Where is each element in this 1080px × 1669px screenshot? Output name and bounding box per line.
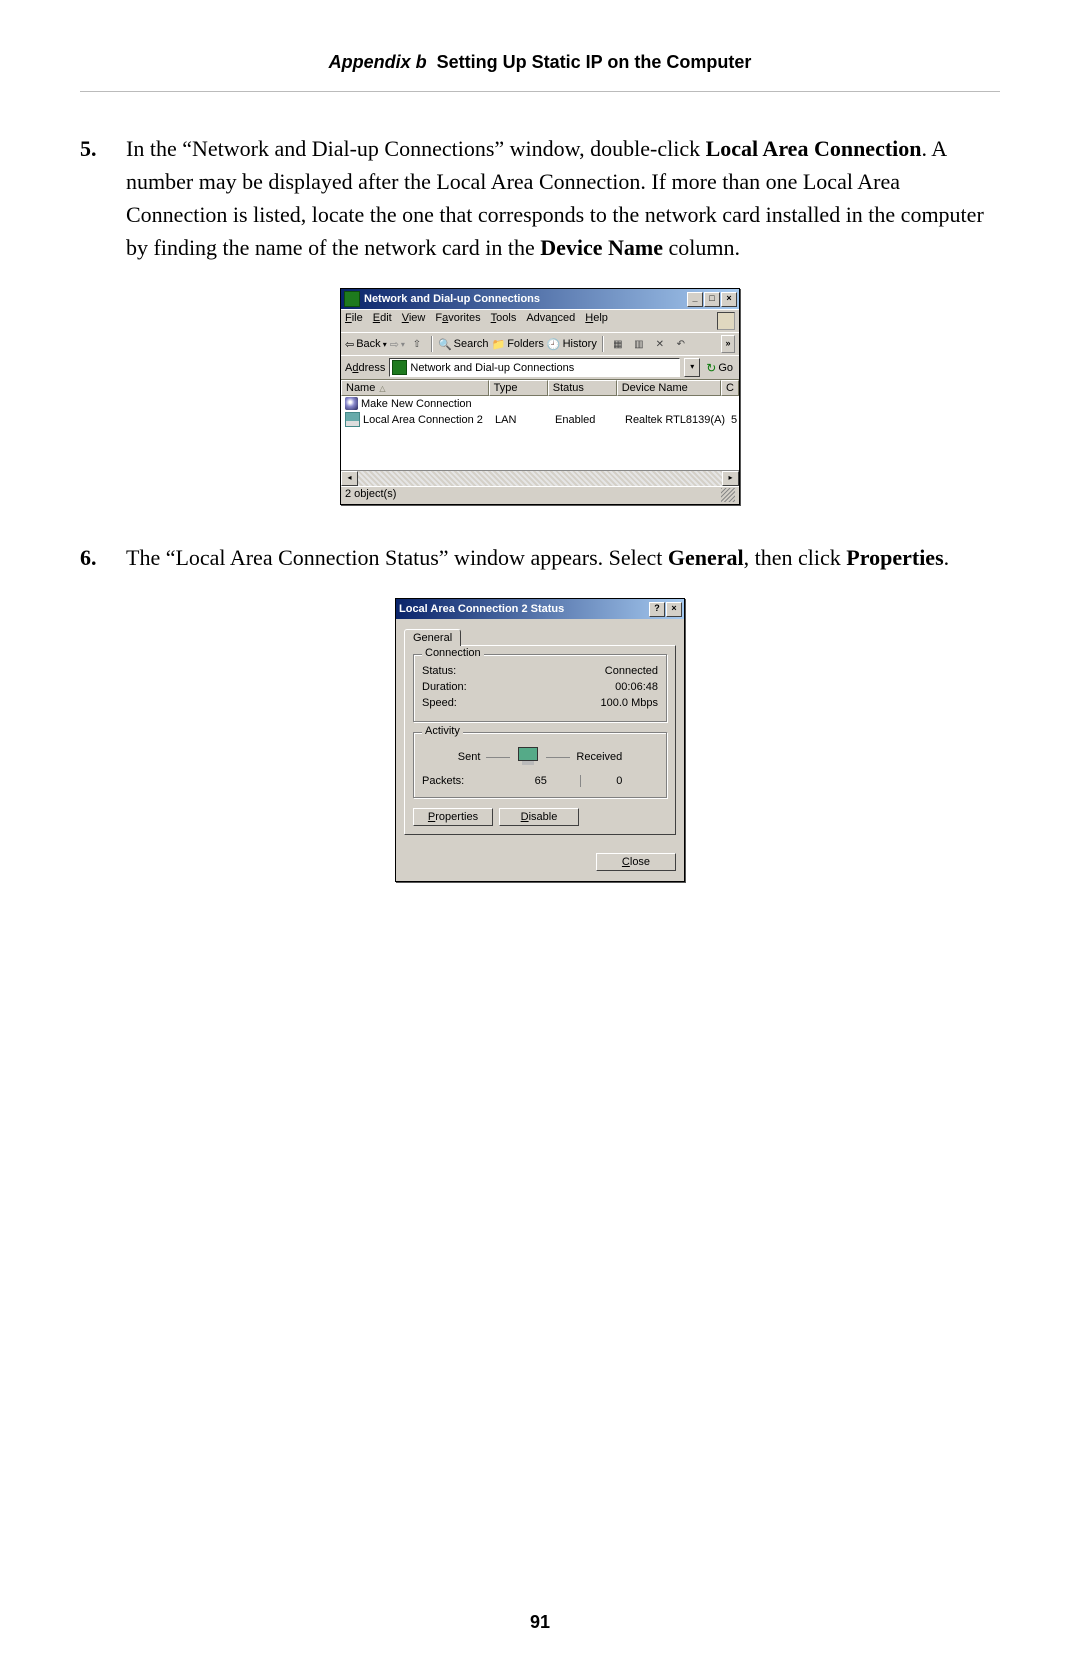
activity-group-title: Activity: [422, 725, 463, 737]
col-type[interactable]: Type: [489, 380, 548, 396]
address-label: Address: [345, 362, 385, 374]
addressbar: Address Network and Dial-up Connections …: [341, 355, 739, 379]
step-5: 5. In the “Network and Dial-up Connectio…: [80, 132, 1000, 264]
window-title: Network and Dial-up Connections: [364, 293, 687, 305]
folders-button[interactable]: 📁Folders: [492, 338, 544, 351]
received-label: Received: [576, 751, 622, 763]
titlebar[interactable]: Local Area Connection 2 Status ? ×: [396, 599, 684, 619]
step-6: 6. The “Local Area Connection Status” wi…: [80, 541, 1000, 574]
forward-button[interactable]: ⇨ ▾: [390, 338, 405, 351]
col-status[interactable]: Status: [548, 380, 617, 396]
step-6-number: 6.: [80, 541, 126, 574]
status-label: Status:: [422, 665, 502, 677]
maximize-button[interactable]: □: [704, 292, 720, 307]
close-button[interactable]: ×: [666, 602, 682, 617]
address-input[interactable]: Network and Dial-up Connections: [389, 358, 680, 377]
menu-tools[interactable]: Tools: [491, 312, 517, 330]
col-overflow[interactable]: C: [721, 380, 739, 396]
duration-label: Duration:: [422, 681, 502, 693]
undo-icon[interactable]: ↶: [672, 335, 690, 353]
window-title: Local Area Connection 2 Status: [399, 603, 649, 615]
duration-value: 00:06:48: [502, 681, 658, 693]
lan-connection-icon: [345, 412, 360, 427]
horizontal-scrollbar[interactable]: ◂ ▸: [341, 470, 739, 486]
windows-logo-icon: [717, 312, 735, 330]
back-button[interactable]: ⇦ Back ▾: [345, 338, 387, 351]
computers-icon: [516, 747, 540, 767]
connection-groupbox: Connection Status:Connected Duration:00:…: [413, 654, 667, 722]
scroll-right-button[interactable]: ▸: [722, 471, 739, 486]
address-value: Network and Dial-up Connections: [410, 362, 574, 374]
header-prefix: Appendix b: [329, 52, 427, 72]
search-button[interactable]: 🔍Search: [438, 338, 489, 351]
list-body: Make New Connection Local Area Connectio…: [341, 396, 739, 470]
sent-label: Sent: [458, 751, 481, 763]
new-connection-icon: [345, 397, 358, 410]
address-icon: [392, 360, 407, 375]
history-button[interactable]: 🕘History: [547, 338, 597, 351]
scroll-track[interactable]: [358, 471, 722, 486]
connection-status-dialog: Local Area Connection 2 Status ? × Gener…: [395, 598, 685, 882]
scroll-left-button[interactable]: ◂: [341, 471, 358, 486]
titlebar[interactable]: Network and Dial-up Connections _ □ ×: [341, 289, 739, 309]
status-value: Connected: [502, 665, 658, 677]
menu-help[interactable]: Help: [585, 312, 608, 330]
packets-sent-value: 65: [502, 775, 580, 787]
go-icon: ↻: [706, 361, 716, 375]
speed-value: 100.0 Mbps: [502, 697, 658, 709]
activity-groupbox: Activity Sent Received Packets:: [413, 732, 667, 798]
network-connections-window: Network and Dial-up Connections _ □ × Fi…: [340, 288, 740, 505]
list-header: Name △ Type Status Device Name C: [341, 379, 739, 396]
menu-favorites[interactable]: Favorites: [435, 312, 480, 330]
properties-button[interactable]: Properties: [413, 808, 493, 826]
disable-button[interactable]: Disable: [499, 808, 579, 826]
list-item[interactable]: Make New Connection: [341, 396, 739, 411]
address-dropdown-button[interactable]: ▾: [684, 358, 700, 377]
col-name[interactable]: Name △: [341, 380, 489, 396]
toolbar-overflow-button[interactable]: »: [721, 335, 735, 353]
minimize-button[interactable]: _: [687, 292, 703, 307]
list-item[interactable]: Local Area Connection 2 LAN Enabled Real…: [341, 411, 739, 428]
menu-view[interactable]: View: [402, 312, 426, 330]
packets-received-value: 0: [581, 775, 659, 787]
status-text: 2 object(s): [345, 488, 396, 503]
speed-label: Speed:: [422, 697, 502, 709]
resize-grip-icon[interactable]: [721, 488, 735, 502]
close-button[interactable]: ×: [721, 292, 737, 307]
connection-group-title: Connection: [422, 647, 484, 659]
tabstrip: General: [404, 625, 676, 645]
col-device[interactable]: Device Name: [617, 380, 721, 396]
tab-pane: Connection Status:Connected Duration:00:…: [404, 645, 676, 835]
step-5-text: In the “Network and Dial-up Connections”…: [126, 132, 1000, 264]
sort-asc-icon: △: [379, 384, 385, 393]
toolbar: ⇦ Back ▾ ⇨ ▾ ⇧ 🔍Search 📁Folders 🕘History…: [341, 332, 739, 355]
header-title: Setting Up Static IP on the Computer: [437, 52, 752, 72]
packets-label: Packets:: [422, 775, 502, 787]
page-header: Appendix b Setting Up Static IP on the C…: [80, 40, 1000, 92]
tab-general[interactable]: General: [404, 629, 461, 646]
move-to-icon[interactable]: ▦: [609, 335, 627, 353]
delete-icon[interactable]: ✕: [651, 335, 669, 353]
statusbar: 2 object(s): [341, 486, 739, 504]
menu-file[interactable]: File: [345, 312, 363, 330]
step-6-text: The “Local Area Connection Status” windo…: [126, 541, 1000, 574]
page-number: 91: [0, 1612, 1080, 1633]
help-button[interactable]: ?: [649, 602, 665, 617]
step-5-number: 5.: [80, 132, 126, 264]
app-icon: [344, 291, 360, 307]
menu-edit[interactable]: Edit: [373, 312, 392, 330]
go-button[interactable]: ↻Go: [704, 361, 735, 375]
menu-advanced[interactable]: Advanced: [526, 312, 575, 330]
copy-to-icon[interactable]: ▥: [630, 335, 648, 353]
close-dialog-button[interactable]: Close: [596, 853, 676, 871]
menubar: File Edit View Favorites Tools Advanced …: [341, 309, 739, 332]
up-button[interactable]: ⇧: [408, 335, 426, 353]
